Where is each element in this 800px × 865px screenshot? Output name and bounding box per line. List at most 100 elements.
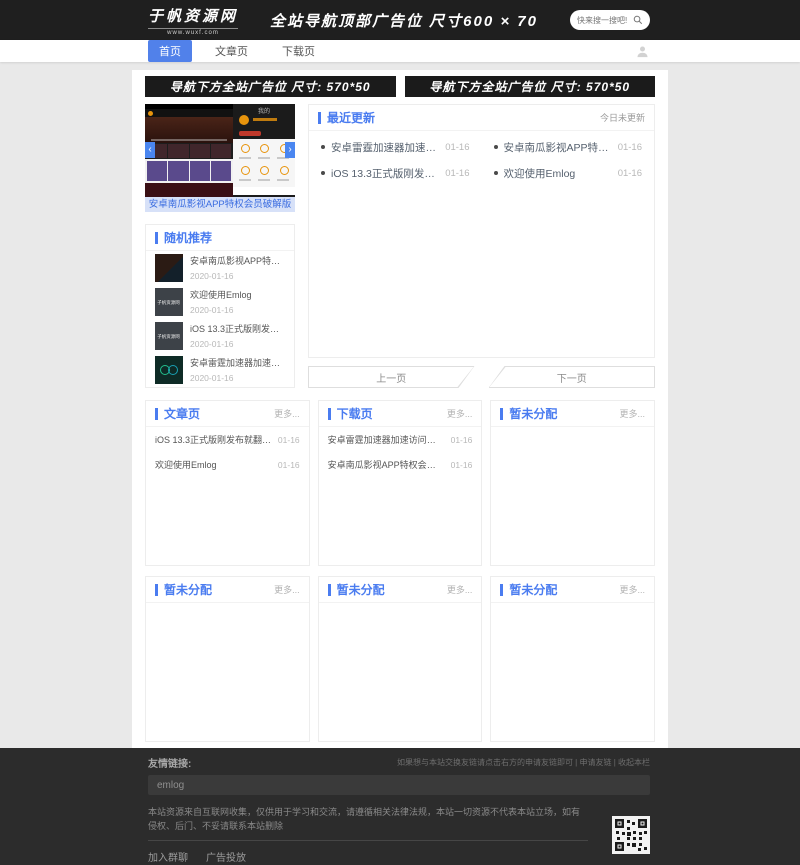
list-item[interactable]: iOS 13.3正式版刚发布就翻车，苹果回复正... 01-16 [321, 160, 470, 186]
recent-updates-list: 安卓雷霆加速器加速访问全球网络 01-16 安卓南瓜影视APP特权会员破解版 0… [309, 131, 654, 189]
section-card-downloads: 下载页 更多... 安卓雷霆加速器加速访问全球网络 01-16 安卓南瓜影视AP… [318, 400, 483, 566]
list-item[interactable]: 子帆资源网 欢迎使用Emlog2020-01-16 [146, 285, 294, 319]
thumbnail-label: 子帆资源网 [158, 299, 181, 305]
post-date: 01-16 [278, 435, 300, 445]
more-link[interactable]: 更多... [274, 583, 300, 596]
post-date: 01-16 [445, 168, 469, 179]
post-date: 01-16 [451, 460, 473, 470]
post-date: 01-16 [278, 460, 300, 470]
nav-tab-articles[interactable]: 文章页 [204, 40, 259, 62]
post-title: 安卓南瓜影视APP特权会员破解版 [504, 140, 610, 155]
post-date: 01-16 [451, 435, 473, 445]
post-date: 2020-01-16 [190, 373, 285, 383]
ad-banner-left[interactable]: 导航下方全站广告位 尺寸: 570*50 [145, 76, 396, 97]
site-footer: 友情链接: 如果想与本站交换友链请点击右方的申请友链即可 | 申请友链 | 收起… [0, 748, 800, 865]
post-date: 2020-01-16 [190, 271, 285, 281]
recent-updates-header: 最近更新 今日未更新 [309, 105, 654, 131]
random-recommend-title: 随机推荐 [164, 229, 285, 246]
more-link[interactable]: 更多... [447, 583, 473, 596]
post-title: 安卓雷霆加速器加速访问全球网络 [190, 356, 285, 369]
ad-contact-link[interactable]: 广告投放 [206, 849, 246, 864]
ad-banner-right[interactable]: 导航下方全站广告位 尺寸: 570*50 [405, 76, 656, 97]
featured-image[interactable]: 我的 ‹ › 安卓南瓜影视APP特权会员破解版 [145, 104, 295, 212]
sections-row-1: 文章页 更多... iOS 13.3正式版刚发布就翻车，苹果回复正... 01-… [145, 400, 655, 566]
user-avatar-icon[interactable] [635, 44, 650, 59]
friend-links-box: emlog [148, 775, 650, 795]
more-link[interactable]: 更多... [447, 407, 473, 420]
featured-caption[interactable]: 安卓南瓜影视APP特权会员破解版 [145, 197, 295, 212]
footer-divider [148, 840, 588, 841]
section-title[interactable]: 下载页 [337, 405, 447, 422]
section-card-unassigned: 暂未分配 更多... [145, 576, 310, 742]
list-item[interactable]: 安卓雷霆加速器加速访问全球网络 2020-01-16 [146, 353, 294, 387]
list-item[interactable]: 子帆资源网 iOS 13.3正式版刚发布就翻车、苹...2020-01-16 [146, 319, 294, 353]
sections-row-2: 暂未分配 更多... 暂未分配 更多... 暂未分配 更多... [145, 576, 655, 742]
post-date: 2020-01-16 [190, 339, 285, 349]
bullet-icon [321, 145, 325, 149]
post-title: 欢迎使用Emlog [504, 166, 610, 181]
list-item[interactable]: 欢迎使用Emlog 01-16 [494, 160, 643, 186]
more-link[interactable]: 更多... [620, 407, 646, 420]
section-title[interactable]: 暂未分配 [509, 405, 619, 422]
main-nav: 首页 文章页 下载页 [0, 40, 800, 62]
site-header: 于帆资源网 www.wuxf.com 全站导航顶部广告位 尺寸600 × 70 [0, 0, 800, 40]
recent-updates-title: 最近更新 [327, 109, 600, 126]
section-accent-bar [155, 232, 158, 244]
update-status: 今日未更新 [600, 111, 645, 124]
search-input[interactable] [577, 16, 633, 25]
post-thumbnail [155, 254, 183, 282]
section-accent-bar [328, 408, 331, 420]
section-accent-bar [328, 584, 331, 596]
section-accent-bar [155, 408, 158, 420]
list-item[interactable]: 安卓南瓜影视APP特权会员破解版 01-16 [494, 134, 643, 160]
search-box [570, 10, 650, 30]
section-card-articles: 文章页 更多... iOS 13.3正式版刚发布就翻车，苹果回复正... 01-… [145, 400, 310, 566]
friend-links-note[interactable]: 如果想与本站交换友链请点击右方的申请友链即可 | 申请友链 | 收起本栏 [397, 757, 650, 768]
search-icon[interactable] [633, 15, 643, 25]
content-wrapper: 导航下方全站广告位 尺寸: 570*50 导航下方全站广告位 尺寸: 570*5… [132, 70, 668, 748]
section-title[interactable]: 暂未分配 [509, 581, 619, 598]
footer-disclaimer: 本站资源来自互联网收集，仅供用于学习和交流，请遵循相关法律法规，本站一切资源不代… [148, 805, 588, 833]
list-item[interactable]: iOS 13.3正式版刚发布就翻车，苹果回复正... 01-16 [146, 427, 309, 452]
section-card-unassigned: 暂未分配 更多... [490, 400, 655, 566]
section-accent-bar [155, 584, 158, 596]
prev-page-button[interactable]: 上一页 [308, 366, 475, 388]
section-card-unassigned: 暂未分配 更多... [490, 576, 655, 742]
list-item[interactable]: 安卓南瓜影视APP特权会员破解版2020-01-16 [146, 251, 294, 285]
site-logo-url: www.wuxf.com [148, 28, 238, 36]
next-page-label: 下一页 [490, 367, 655, 387]
qr-code [612, 816, 650, 854]
section-title[interactable]: 文章页 [164, 405, 274, 422]
carousel-left-icon[interactable]: ‹ [145, 142, 155, 158]
top-ad-banner[interactable]: 全站导航顶部广告位 尺寸600 × 70 [270, 10, 538, 31]
post-title: 安卓雷霆加速器加速访问全球网络 [331, 140, 437, 155]
recent-updates-card: 最近更新 今日未更新 安卓雷霆加速器加速访问全球网络 01-16 安卓南瓜影视A… [308, 104, 655, 358]
section-title[interactable]: 暂未分配 [337, 581, 447, 598]
section-card-unassigned: 暂未分配 更多... [318, 576, 483, 742]
section-title[interactable]: 暂未分配 [164, 581, 274, 598]
section-accent-bar [318, 112, 321, 124]
pagination: 上一页 下一页 [308, 366, 655, 388]
more-link[interactable]: 更多... [274, 407, 300, 420]
post-title: 欢迎使用Emlog [155, 458, 272, 471]
more-link[interactable]: 更多... [620, 583, 646, 596]
friend-links-label: 友情链接: [148, 755, 191, 770]
list-item[interactable]: 安卓南瓜影视APP特权会员破解版 01-16 [319, 452, 482, 477]
post-title: iOS 13.3正式版刚发布就翻车，苹果回复正... [331, 166, 437, 181]
post-thumbnail: 子帆资源网 [155, 322, 183, 350]
next-page-button[interactable]: 下一页 [489, 366, 656, 388]
friend-link-emlog[interactable]: emlog [157, 780, 184, 791]
site-logo[interactable]: 于帆资源网 www.wuxf.com [148, 5, 238, 36]
list-item[interactable]: 欢迎使用Emlog 01-16 [146, 452, 309, 477]
post-title: iOS 13.3正式版刚发布就翻车，苹果回复正... [155, 433, 272, 446]
spacer [0, 62, 800, 70]
nav-tab-downloads[interactable]: 下载页 [271, 40, 326, 62]
list-item[interactable]: 安卓雷霆加速器加速访问全球网络 01-16 [321, 134, 470, 160]
join-group-link[interactable]: 加入群聊 [148, 849, 188, 864]
random-recommend-header: 随机推荐 [146, 225, 294, 251]
carousel-right-icon[interactable]: › [285, 142, 295, 158]
post-title: 安卓南瓜影视APP特权会员破解版 [328, 458, 445, 471]
random-recommend-card: 随机推荐 安卓南瓜影视APP特权会员破解版2020-01-16 子帆资源网 欢迎… [145, 224, 295, 388]
list-item[interactable]: 安卓雷霆加速器加速访问全球网络 01-16 [319, 427, 482, 452]
nav-tab-home[interactable]: 首页 [148, 40, 192, 62]
